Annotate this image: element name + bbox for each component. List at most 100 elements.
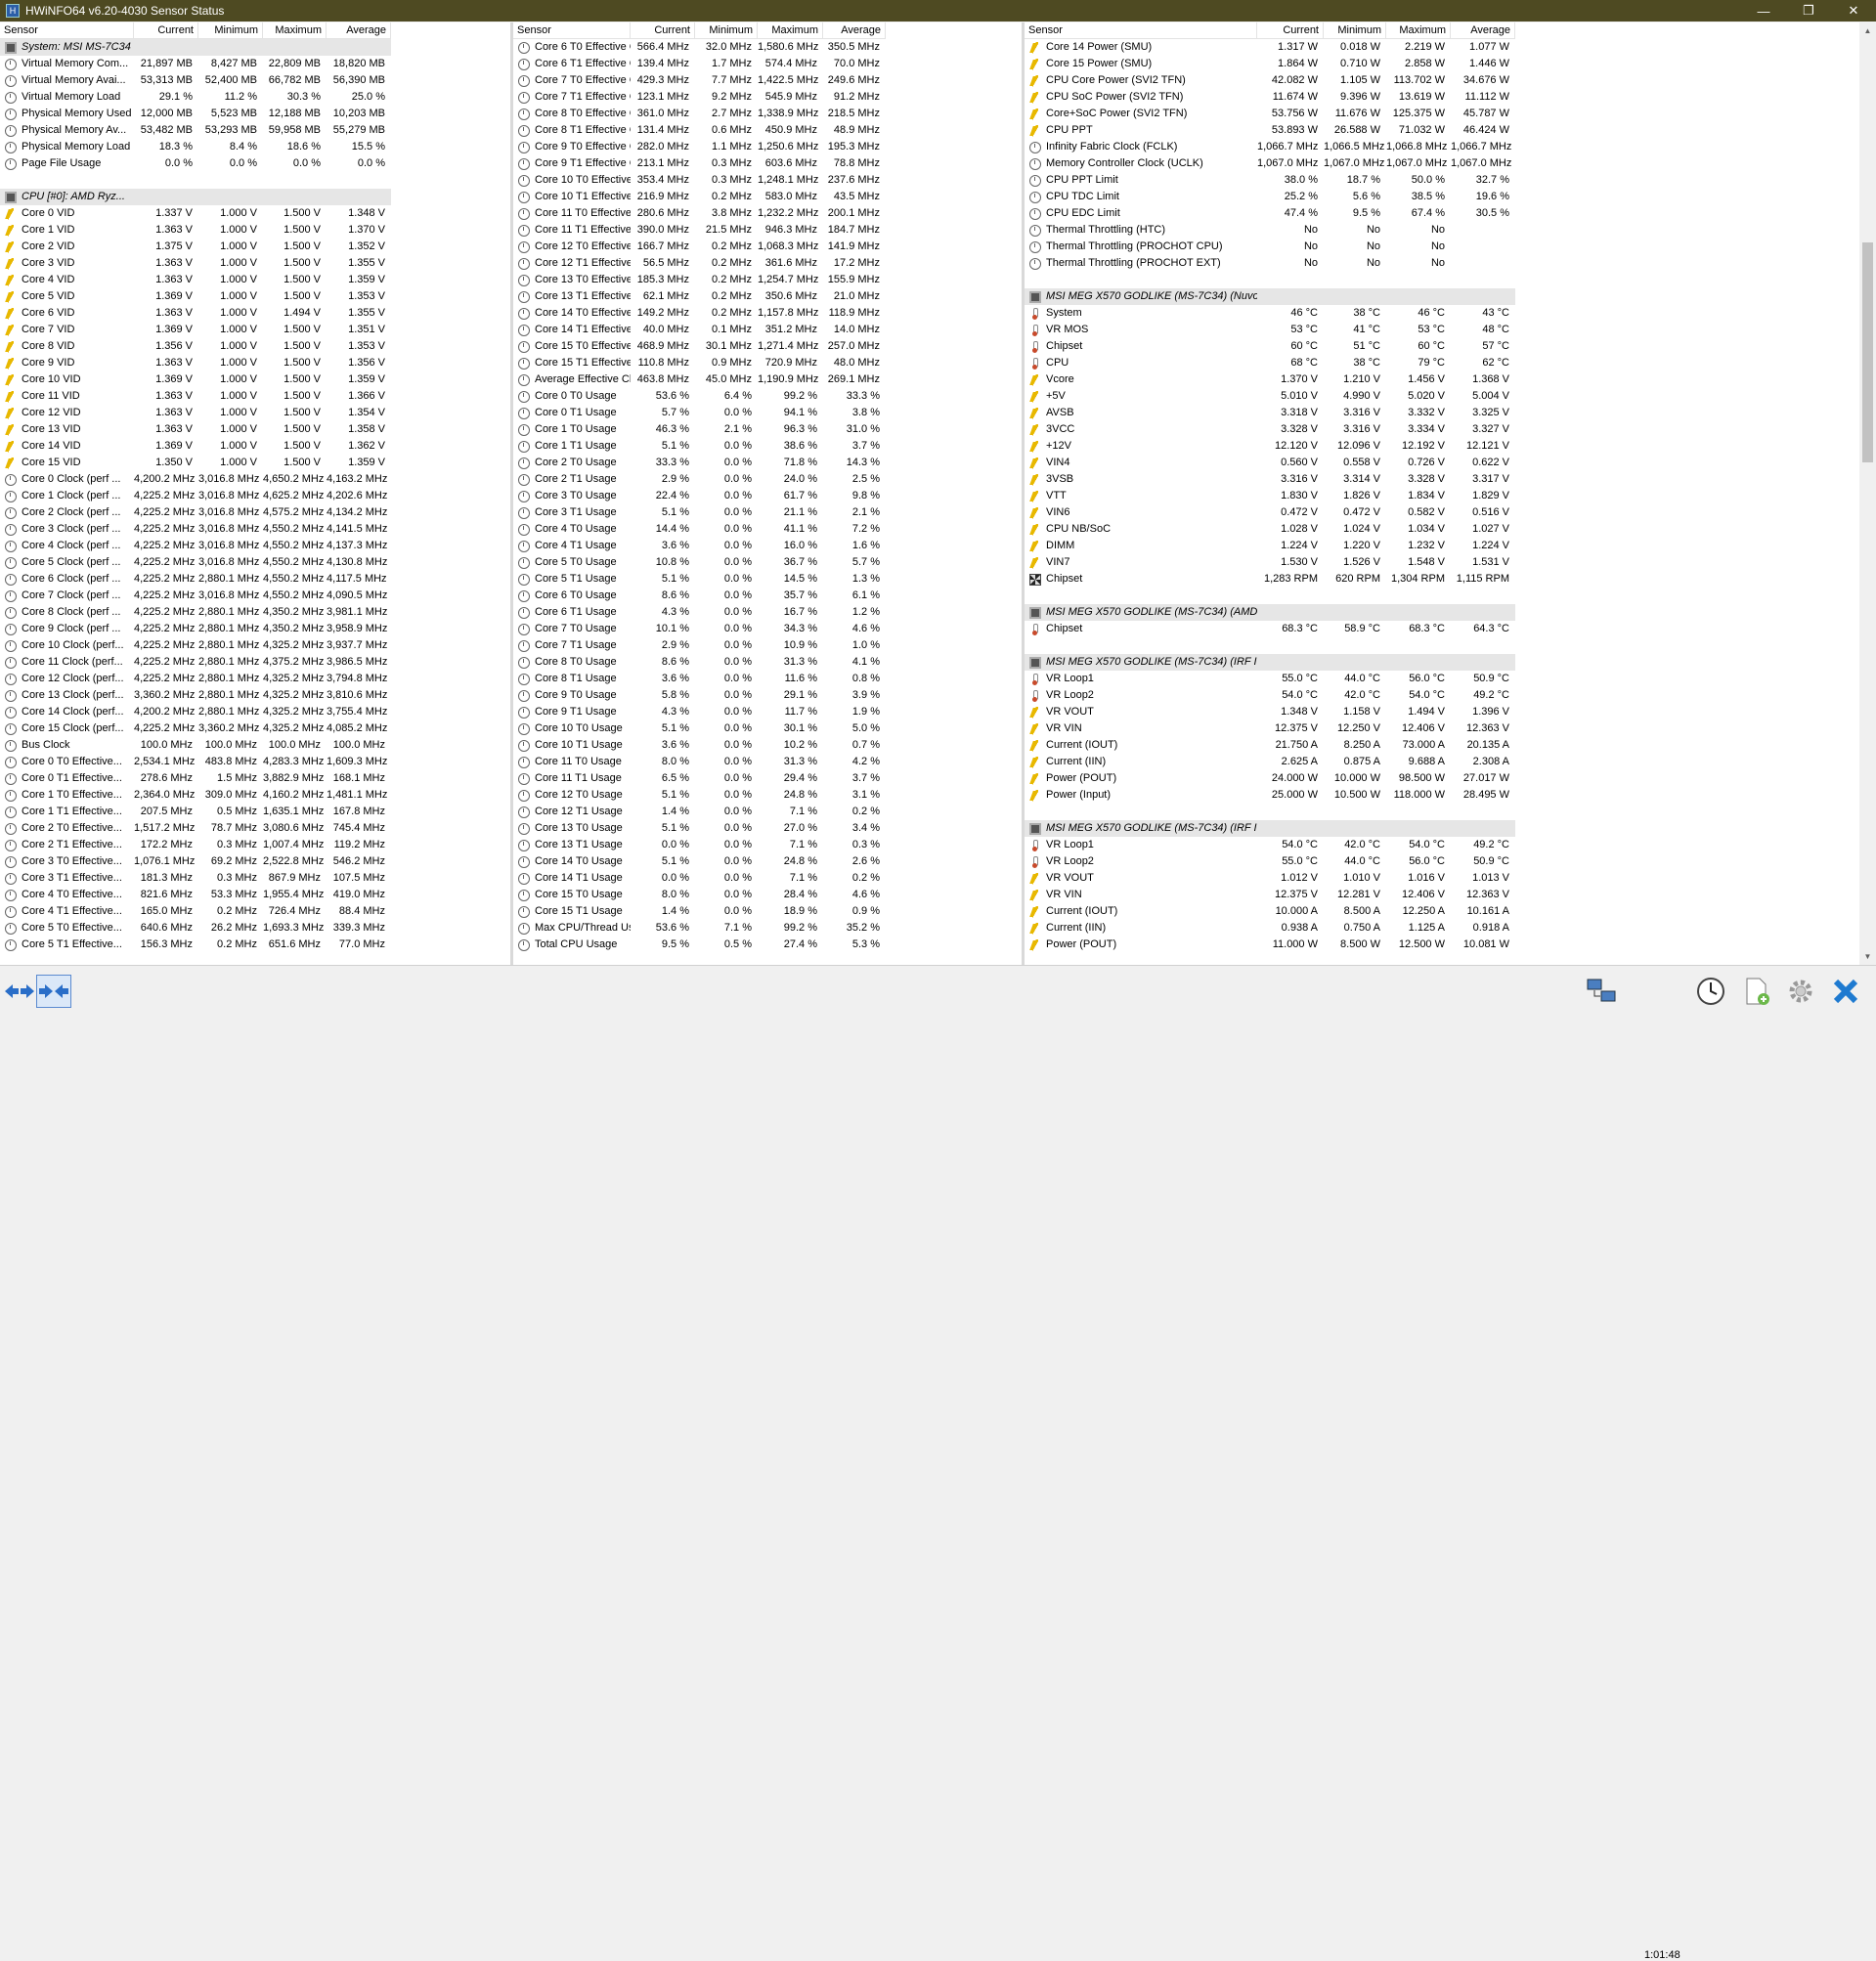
sensor-row[interactable]: Physical Memory Used 12,000 MB 5,523 MB 12,… xyxy=(0,106,391,122)
sensor-row[interactable]: Core 6 VID 1.363 V 1.000 V 1.494 V 1.355 V xyxy=(0,305,391,322)
sensor-row[interactable]: Core 6 T1 Effective Clock 139.4 MHz 1.7 MH… xyxy=(513,56,886,72)
sensor-row[interactable]: DIMM 1.224 V 1.220 V 1.232 V 1.224 V xyxy=(1025,538,1515,554)
sensor-row[interactable]: Core 1 T0 Effective... 2,364.0 MHz 309.0 M… xyxy=(0,787,391,804)
sensor-row[interactable]: Core 14 T0 Usage 5.1 % 0.0 % 24.8 % 2.6 % xyxy=(513,853,886,870)
sensor-row[interactable]: Core 14 T1 Effective Clock 40.0 MHz 0.1 MH… xyxy=(513,322,886,338)
sensor-row[interactable]: Core 0 T1 Usage 5.7 % 0.0 % 94.1 % 3.8 % xyxy=(513,405,886,421)
sensor-row[interactable]: Core 7 T0 Effective Clock 429.3 MHz 7.7 MH… xyxy=(513,72,886,89)
sensor-row[interactable]: Core 3 Clock (perf ... 4,225.2 MHz 3,016.8… xyxy=(0,521,391,538)
sensor-row[interactable]: Core 14 T1 Usage 0.0 % 0.0 % 7.1 % 0.2 % xyxy=(513,870,886,887)
sensor-row[interactable]: Core 13 T1 Effective Clock 62.1 MHz 0.2 MH… xyxy=(513,288,886,305)
sensor-row[interactable]: Core 4 T0 Usage 14.4 % 0.0 % 41.1 % 7.2 % xyxy=(513,521,886,538)
vertical-scrollbar[interactable]: ▲ ▼ xyxy=(1859,22,1876,965)
scroll-thumb[interactable] xyxy=(1862,242,1873,462)
column-header-minimum[interactable]: Minimum xyxy=(695,22,758,39)
sensor-row[interactable]: Current (IOUT) 10.000 A 8.500 A 12.250 A 10.… xyxy=(1025,903,1515,920)
sensor-group-header[interactable]: MSI MEG X570 GODLIKE (MS-7C34) (Nuvoton … xyxy=(1025,288,1515,305)
column-header-minimum[interactable]: Minimum xyxy=(1324,22,1386,39)
sensor-row[interactable]: Memory Controller Clock (UCLK) 1,067.0 MH… xyxy=(1025,155,1515,172)
sensor-row[interactable]: VR MOS 53 °C 41 °C 53 °C 48 °C xyxy=(1025,322,1515,338)
sensor-row[interactable]: Power (Input) 25.000 W 10.500 W 118.000 W 28… xyxy=(1025,787,1515,804)
sensor-row[interactable]: VR Loop2 54.0 °C 42.0 °C 54.0 °C 49.2 °C xyxy=(1025,687,1515,704)
sensor-row[interactable]: Core 2 VID 1.375 V 1.000 V 1.500 V 1.352 V xyxy=(0,239,391,255)
pane-splitter[interactable] xyxy=(1022,22,1025,965)
sensor-row[interactable]: Core 12 T1 Usage 1.4 % 0.0 % 7.1 % 0.2 % xyxy=(513,804,886,820)
sensor-group-header[interactable]: CPU [#0]: AMD Ryz... xyxy=(0,189,391,205)
sensor-row[interactable]: Core 14 T0 Effective Clock 149.2 MHz 0.2 M… xyxy=(513,305,886,322)
sensor-row[interactable]: Core 5 T1 Effective... 156.3 MHz 0.2 MHz 65… xyxy=(0,937,391,953)
sensor-row[interactable]: Core 8 T1 Effective Clock 131.4 MHz 0.6 MH… xyxy=(513,122,886,139)
sensor-row[interactable]: Core 2 T0 Usage 33.3 % 0.0 % 71.8 % 14.3 % xyxy=(513,455,886,471)
sensor-row[interactable]: Core 0 T0 Effective... 2,534.1 MHz 483.8 M… xyxy=(0,754,391,770)
sensor-row[interactable]: Core 13 T1 Usage 0.0 % 0.0 % 7.1 % 0.3 % xyxy=(513,837,886,853)
sensor-row[interactable]: VR Loop1 54.0 °C 42.0 °C 54.0 °C 49.2 °C xyxy=(1025,837,1515,853)
sensor-group-header[interactable]: MSI MEG X570 GODLIKE (MS-7C34) (IRF IR35… xyxy=(1025,654,1515,671)
column-header-maximum[interactable]: Maximum xyxy=(263,22,327,39)
sensor-row[interactable]: Max CPU/Thread Usage 53.6 % 7.1 % 99.2 % 35.… xyxy=(513,920,886,937)
sensor-row[interactable]: Core 1 T1 Usage 5.1 % 0.0 % 38.6 % 3.7 % xyxy=(513,438,886,455)
sensor-row[interactable]: Physical Memory Av... 53,482 MB 53,293 MB 5… xyxy=(0,122,391,139)
sensor-row[interactable]: Core 15 T0 Usage 8.0 % 0.0 % 28.4 % 4.6 % xyxy=(513,887,886,903)
sensor-group-header[interactable]: System: MSI MS-7C34 xyxy=(0,39,391,56)
column-header-average[interactable]: Average xyxy=(1451,22,1515,39)
close-button[interactable]: ✕ xyxy=(1831,0,1876,22)
sensor-row[interactable]: Core 9 VID 1.363 V 1.000 V 1.500 V 1.356 V xyxy=(0,355,391,371)
sensor-row[interactable]: VR VIN 12.375 V 12.250 V 12.406 V 12.363 V xyxy=(1025,720,1515,737)
sensor-row[interactable]: Current (IIN) 0.938 A 0.750 A 1.125 A 0.918 … xyxy=(1025,920,1515,937)
sensor-row[interactable]: CPU NB/SoC 1.028 V 1.024 V 1.034 V 1.027 V xyxy=(1025,521,1515,538)
sensor-group-header[interactable]: MSI MEG X570 GODLIKE (MS-7C34) (IRF IR35… xyxy=(1025,820,1515,837)
sensor-row[interactable]: Core 13 Clock (perf... 3,360.2 MHz 2,880.1… xyxy=(0,687,391,704)
sensor-row[interactable]: Core 15 T0 Effective Clock 468.9 MHz 30.1 … xyxy=(513,338,886,355)
sensor-row[interactable]: +12V 12.120 V 12.096 V 12.192 V 12.121 V xyxy=(1025,438,1515,455)
sensor-row[interactable]: Average Effective Clock 463.8 MHz 45.0 MHz… xyxy=(513,371,886,388)
sensor-row[interactable]: Core 3 T1 Effective... 181.3 MHz 0.3 MHz 86… xyxy=(0,870,391,887)
sensor-row[interactable]: Core 10 VID 1.369 V 1.000 V 1.500 V 1.359 V xyxy=(0,371,391,388)
sensor-row[interactable]: Virtual Memory Com... 21,897 MB 8,427 MB 22… xyxy=(0,56,391,72)
sensor-row[interactable]: Core 12 VID 1.363 V 1.000 V 1.500 V 1.354 V xyxy=(0,405,391,421)
sensor-row[interactable]: Core 3 T0 Effective... 1,076.1 MHz 69.2 MH… xyxy=(0,853,391,870)
column-header-maximum[interactable]: Maximum xyxy=(1386,22,1451,39)
sensor-row[interactable]: Core 3 T1 Usage 5.1 % 0.0 % 21.1 % 2.1 % xyxy=(513,504,886,521)
collapse-arrows-button[interactable] xyxy=(2,975,37,1008)
sensor-row[interactable]: Core 9 T1 Effective Clock 213.1 MHz 0.3 MH… xyxy=(513,155,886,172)
sensor-row[interactable]: Core 2 T1 Usage 2.9 % 0.0 % 24.0 % 2.5 % xyxy=(513,471,886,488)
column-header-minimum[interactable]: Minimum xyxy=(198,22,263,39)
sensor-row[interactable]: VIN6 0.472 V 0.472 V 0.582 V 0.516 V xyxy=(1025,504,1515,521)
sensor-row[interactable]: Core 2 T1 Effective... 172.2 MHz 0.3 MHz 1,… xyxy=(0,837,391,853)
minimize-button[interactable]: — xyxy=(1741,0,1786,22)
sensor-row[interactable]: Core 8 T0 Effective Clock 361.0 MHz 2.7 MH… xyxy=(513,106,886,122)
sensor-row[interactable]: CPU PPT Limit 38.0 % 18.7 % 50.0 % 32.7 % xyxy=(1025,172,1515,189)
sensor-row[interactable]: Current (IOUT) 21.750 A 8.250 A 73.000 A 20.… xyxy=(1025,737,1515,754)
sensor-row[interactable]: Power (POUT) 24.000 W 10.000 W 98.500 W 27.0… xyxy=(1025,770,1515,787)
sensor-row[interactable]: AVSB 3.318 V 3.316 V 3.332 V 3.325 V xyxy=(1025,405,1515,421)
sensor-row[interactable]: Core 12 T1 Effective Clock 56.5 MHz 0.2 MH… xyxy=(513,255,886,272)
sensor-row[interactable]: Core 11 Clock (perf... 4,225.2 MHz 2,880.1… xyxy=(0,654,391,671)
sensor-row[interactable]: Core 4 Clock (perf ... 4,225.2 MHz 3,016.8… xyxy=(0,538,391,554)
sensor-row[interactable]: Core 2 Clock (perf ... 4,225.2 MHz 3,016.8… xyxy=(0,504,391,521)
sensor-row[interactable]: Core 15 T1 Usage 1.4 % 0.0 % 18.9 % 0.9 % xyxy=(513,903,886,920)
sensor-row[interactable]: 3VSB 3.316 V 3.314 V 3.328 V 3.317 V xyxy=(1025,471,1515,488)
column-header-average[interactable]: Average xyxy=(823,22,886,39)
sensor-row[interactable]: Core 11 T0 Usage 8.0 % 0.0 % 31.3 % 4.2 % xyxy=(513,754,886,770)
sensor-row[interactable]: Thermal Throttling (PROCHOT EXT) No No No xyxy=(1025,255,1515,272)
sensor-row[interactable]: Core 13 T0 Effective Clock 185.3 MHz 0.2 M… xyxy=(513,272,886,288)
sensor-row[interactable]: Core 6 Clock (perf ... 4,225.2 MHz 2,880.1… xyxy=(0,571,391,588)
sensor-row[interactable]: Core 7 T0 Usage 10.1 % 0.0 % 34.3 % 4.6 % xyxy=(513,621,886,637)
sensor-row[interactable]: Core 0 Clock (perf ... 4,200.2 MHz 3,016.8… xyxy=(0,471,391,488)
sensor-row[interactable]: Core 4 T0 Effective... 821.6 MHz 53.3 MHz 1… xyxy=(0,887,391,903)
sensor-row[interactable]: Core 13 T0 Usage 5.1 % 0.0 % 27.0 % 3.4 % xyxy=(513,820,886,837)
column-header-current[interactable]: Current xyxy=(631,22,695,39)
sensor-row[interactable]: CPU SoC Power (SVI2 TFN) 11.674 W 9.396 W 1… xyxy=(1025,89,1515,106)
sensor-row[interactable]: Infinity Fabric Clock (FCLK) 1,066.7 MHz 1… xyxy=(1025,139,1515,155)
sensor-row[interactable]: +5V 5.010 V 4.990 V 5.020 V 5.004 V xyxy=(1025,388,1515,405)
sensor-row[interactable]: Core 11 T1 Effective Clock 390.0 MHz 21.5 … xyxy=(513,222,886,239)
sensor-row[interactable]: Core 10 T0 Usage 5.1 % 0.0 % 30.1 % 5.0 % xyxy=(513,720,886,737)
sensor-row[interactable]: Core 1 VID 1.363 V 1.000 V 1.500 V 1.370 V xyxy=(0,222,391,239)
sensor-row[interactable]: Chipset 68.3 °C 58.9 °C 68.3 °C 64.3 °C xyxy=(1025,621,1515,637)
sensor-row[interactable]: Core 9 T1 Usage 4.3 % 0.0 % 11.7 % 1.9 % xyxy=(513,704,886,720)
sensor-row[interactable]: Virtual Memory Avai... 53,313 MB 52,400 MB… xyxy=(0,72,391,89)
sensor-row[interactable]: Core 8 VID 1.356 V 1.000 V 1.500 V 1.353 V xyxy=(0,338,391,355)
sensor-row[interactable]: Core 5 T0 Usage 10.8 % 0.0 % 36.7 % 5.7 % xyxy=(513,554,886,571)
sensor-row[interactable]: Core 9 T0 Effective Clock 282.0 MHz 1.1 MH… xyxy=(513,139,886,155)
column-header-sensor[interactable]: Sensor xyxy=(0,22,134,39)
